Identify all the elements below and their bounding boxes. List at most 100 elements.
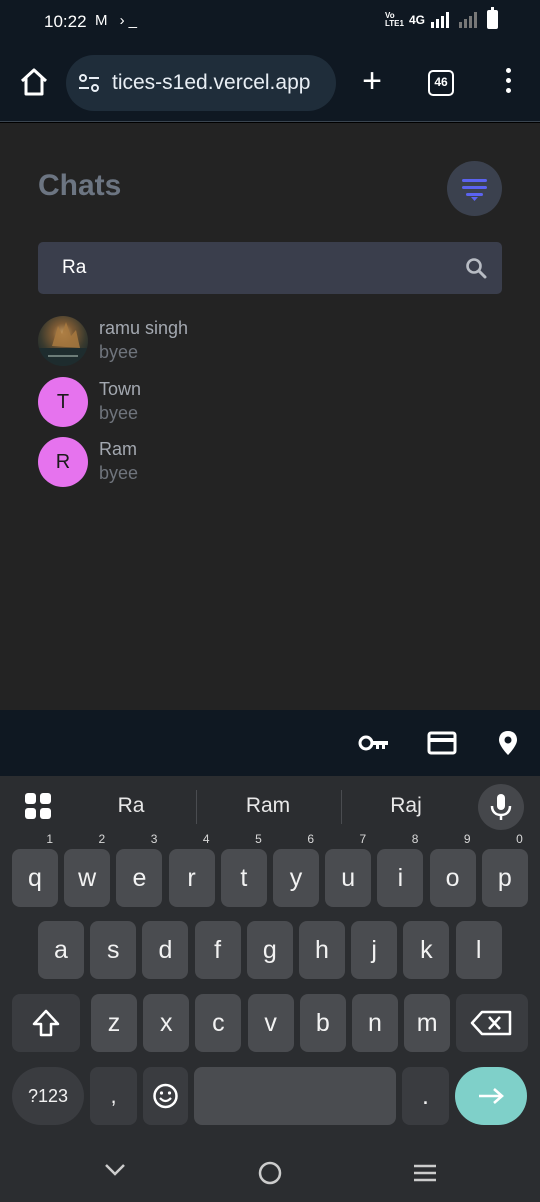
key-h[interactable]: h (299, 921, 345, 979)
key-i[interactable]: i8 (377, 833, 424, 907)
key-l[interactable]: l (455, 921, 502, 979)
key-letter: o (445, 864, 460, 892)
suggestion-item[interactable]: Ra (71, 794, 191, 818)
key-r[interactable]: r4 (168, 833, 215, 907)
key-n[interactable]: n (352, 994, 398, 1052)
browser-menu-button[interactable] (498, 68, 518, 98)
chat-list-item[interactable]: T Town byee (38, 377, 502, 429)
system-nav-bar (0, 1136, 540, 1202)
chevron-down-icon[interactable] (103, 1162, 127, 1178)
status-right: Vo LTE1 4G (384, 7, 498, 29)
autofill-bar (0, 710, 540, 776)
comma-key[interactable]: , (90, 1067, 137, 1125)
key-number-hint: 8 (411, 832, 419, 846)
search-input[interactable] (62, 257, 442, 279)
signal-2-icon (459, 11, 477, 28)
key-w[interactable]: w2 (64, 833, 111, 907)
key-icon[interactable] (358, 730, 390, 756)
key-number-hint: 4 (202, 832, 210, 846)
enter-key[interactable] (455, 1067, 527, 1125)
battery-icon (487, 7, 498, 29)
volte-icon: Vo LTE1 (384, 10, 404, 28)
key-letter: t (240, 864, 248, 892)
chat-last-message: byee (99, 342, 139, 362)
key-d[interactable]: d (142, 921, 189, 979)
avatar (38, 316, 88, 366)
key-number-hint: 1 (46, 832, 53, 846)
key-number-hint: 2 (98, 832, 106, 846)
mic-icon (490, 794, 512, 820)
key-x[interactable]: x (143, 994, 190, 1052)
credit-card-icon[interactable] (426, 730, 458, 756)
key-a[interactable]: a (38, 921, 84, 979)
chat-name: ramu singh (99, 318, 189, 338)
home-icon[interactable] (18, 66, 50, 98)
key-number-hint: 5 (255, 832, 262, 846)
suggestion-item[interactable]: Ram (208, 794, 328, 818)
avatar-image (38, 322, 88, 366)
key-u[interactable]: u7 (325, 833, 372, 907)
key-number-hint: 6 (307, 832, 314, 846)
home-circle-icon[interactable] (257, 1160, 283, 1186)
notification-icons: M ›_ (95, 12, 141, 29)
key-letter: u (341, 864, 356, 892)
chat-last-message: byee (99, 463, 139, 483)
new-tab-button[interactable]: + (356, 64, 388, 98)
backspace-key[interactable] (456, 994, 528, 1052)
shift-icon (32, 1009, 60, 1037)
search-box[interactable] (38, 242, 502, 294)
avatar: T (38, 377, 88, 427)
status-bar: 10:22 M ›_ Vo LTE1 4G (0, 0, 540, 44)
chat-list-item[interactable]: ramu singh byee (38, 316, 502, 368)
signal-icon (431, 11, 449, 28)
apps-grid-icon[interactable] (24, 792, 52, 820)
search-icon[interactable] (464, 256, 488, 280)
shift-key[interactable] (12, 994, 80, 1052)
url-text[interactable]: tices-s1ed.vercel.app (112, 71, 310, 95)
key-c[interactable]: c (195, 994, 242, 1052)
keyboard: Ra Ram Raj q1w2e3r4t5y6u7i8o9p0 asdfghjk… (0, 776, 540, 1136)
key-j[interactable]: j (351, 921, 398, 979)
key-k[interactable]: k (403, 921, 450, 979)
page-title: Chats (38, 169, 122, 202)
key-number-hint: 0 (516, 832, 523, 846)
key-z[interactable]: z (91, 994, 137, 1052)
chat-list-item[interactable]: R Ram byee (38, 437, 502, 489)
key-t[interactable]: t5 (220, 833, 267, 907)
symbols-key[interactable]: ?123 (12, 1067, 84, 1125)
address-bar[interactable]: tices-s1ed.vercel.app (66, 55, 336, 111)
key-letter: i (397, 864, 404, 892)
key-m[interactable]: m (404, 994, 451, 1052)
suggestion-item[interactable]: Raj (346, 794, 466, 818)
key-letter: w (78, 864, 97, 892)
chat-name: Town (99, 379, 142, 399)
backspace-icon (470, 1010, 512, 1036)
key-letter: y (289, 864, 303, 892)
period-key[interactable]: . (402, 1067, 449, 1125)
key-p[interactable]: p0 (481, 833, 528, 907)
key-v[interactable]: v (247, 994, 294, 1052)
key-e[interactable]: e3 (116, 833, 163, 907)
location-pin-icon[interactable] (492, 730, 524, 756)
key-number-hint: 9 (463, 832, 471, 846)
voice-input-button[interactable] (478, 784, 524, 830)
key-o[interactable]: o9 (429, 833, 476, 907)
key-s[interactable]: s (90, 921, 137, 979)
key-number-hint: 7 (359, 832, 367, 846)
divider (341, 790, 342, 824)
recents-icon[interactable] (413, 1163, 437, 1183)
tab-switcher-button[interactable]: 46 (428, 70, 454, 96)
key-g[interactable]: g (246, 921, 293, 979)
emoji-key[interactable] (143, 1067, 188, 1125)
status-time: 10:22 (44, 12, 87, 31)
site-settings-icon[interactable] (78, 73, 100, 93)
key-letter: p (497, 864, 512, 892)
space-key[interactable] (194, 1067, 396, 1125)
key-y[interactable]: y6 (273, 833, 319, 907)
key-letter: r (187, 864, 196, 892)
key-q[interactable]: q1 (12, 833, 58, 907)
key-f[interactable]: f (194, 921, 241, 979)
key-b[interactable]: b (299, 994, 346, 1052)
filter-button[interactable] (447, 161, 502, 216)
suggestion-bar: Ra Ram Raj (0, 776, 540, 838)
